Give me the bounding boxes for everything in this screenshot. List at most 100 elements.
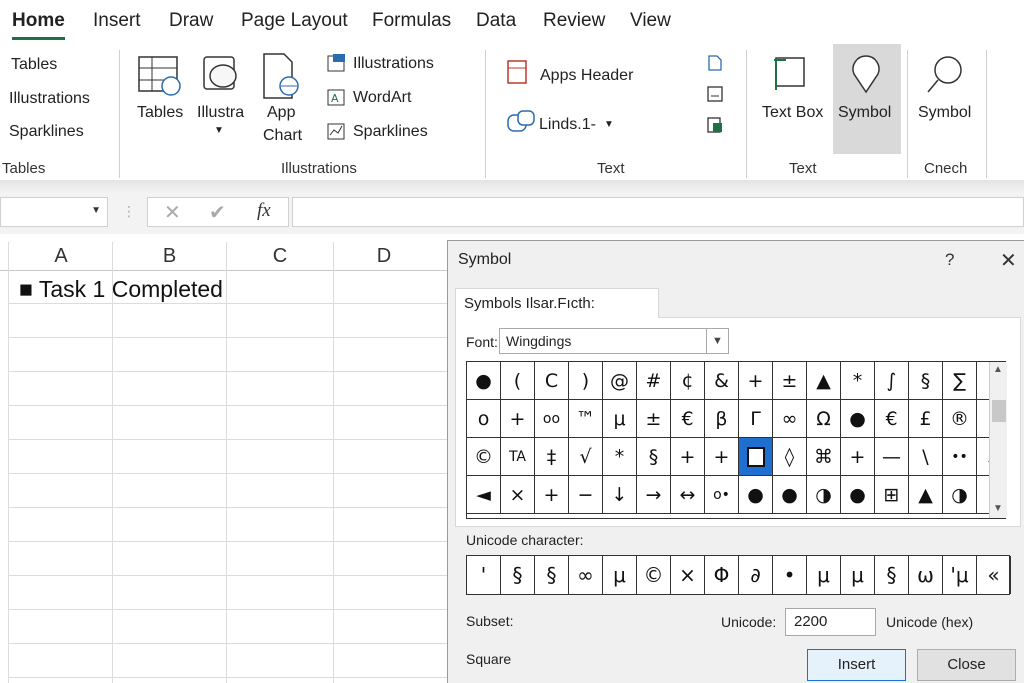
wordart-button[interactable]: WordArt <box>353 89 411 107</box>
symbol-cell[interactable]: ‡ <box>535 438 569 476</box>
symbol-cell[interactable]: ◑ <box>807 476 841 514</box>
column-header-b[interactable]: B <box>113 242 226 270</box>
symbol-cell[interactable]: — <box>875 438 909 476</box>
symbol-cell[interactable]: β <box>705 400 739 438</box>
symbol-cell[interactable]: √ <box>569 438 603 476</box>
illustrations-item[interactable]: Illustrations <box>9 90 90 108</box>
recent-symbol-cell[interactable]: « <box>977 556 1011 594</box>
symbol-cell[interactable]: ∑ <box>943 362 977 400</box>
recent-symbol-cell[interactable]: μ <box>807 556 841 594</box>
unicode-input[interactable]: 2200 <box>785 608 876 636</box>
illustra-button-label[interactable]: Illustra <box>197 104 244 122</box>
tab-view[interactable]: View <box>630 10 671 32</box>
sparklines-button[interactable]: Sparklines <box>353 123 428 141</box>
tables-button-label[interactable]: Tables <box>137 104 183 122</box>
symbol-cell[interactable]: •• <box>943 438 977 476</box>
tab-data[interactable]: Data <box>476 10 516 32</box>
close-icon[interactable]: ✕ <box>1000 248 1017 273</box>
symbol-cell[interactable]: * <box>603 438 637 476</box>
symbol-cell[interactable]: * <box>841 362 875 400</box>
recent-symbol-cell[interactable]: § <box>501 556 535 594</box>
symbol-cell[interactable]: o• <box>705 476 739 514</box>
tab-draw[interactable]: Draw <box>169 10 213 32</box>
symbol-grid-scrollbar[interactable]: ▲ ▼ <box>989 362 1007 518</box>
recent-symbol-cell[interactable]: μ <box>603 556 637 594</box>
symbol-cell[interactable]: ◑ <box>943 476 977 514</box>
symbol-cell[interactable]: Ω <box>807 400 841 438</box>
font-select[interactable]: Wingdings ▼ <box>499 328 729 354</box>
column-header-c[interactable]: C <box>227 242 333 270</box>
symbol-cell[interactable]: € <box>875 400 909 438</box>
tab-review[interactable]: Review <box>543 10 605 32</box>
symbol-cell[interactable]: ∫ <box>875 362 909 400</box>
symbol-cell[interactable]: oo <box>535 400 569 438</box>
chevron-down-icon[interactable]: ▼ <box>604 119 614 130</box>
recent-symbol-cell[interactable]: ∂ <box>739 556 773 594</box>
symbol-cell[interactable]: Γ <box>739 400 773 438</box>
symbol-cell[interactable]: + <box>671 438 705 476</box>
recent-symbol-cell[interactable]: • <box>773 556 807 594</box>
recent-symbol-cell[interactable]: ∞ <box>569 556 603 594</box>
text-box-button[interactable]: Text Box <box>762 104 823 122</box>
recent-symbols-row[interactable]: ' § § ∞ μ © × Φ ∂ • μ μ § ω'μ « <box>466 555 1011 595</box>
insert-button[interactable]: Insert <box>807 649 906 681</box>
recent-symbol-cell[interactable]: ω <box>909 556 943 594</box>
symbol-cell[interactable]: + <box>535 476 569 514</box>
symbol-cell[interactable]: ∞ <box>773 400 807 438</box>
apps-header-button[interactable]: Apps Header <box>540 67 633 85</box>
symbol-cell[interactable]: + <box>501 400 535 438</box>
tab-page-layout[interactable]: Page Layout <box>241 10 348 32</box>
tab-insert[interactable]: Insert <box>93 10 141 32</box>
symbol-cell[interactable]: × <box>501 476 535 514</box>
symbol-button[interactable]: Symbol <box>838 104 891 122</box>
column-header-d[interactable]: D <box>334 242 434 270</box>
symbol-cell[interactable]: + <box>739 362 773 400</box>
symbol-cell[interactable]: § <box>637 438 671 476</box>
help-icon[interactable]: ? <box>945 250 954 270</box>
symbol-cell[interactable]: ● <box>467 362 501 400</box>
cancel-icon[interactable]: ✕ <box>164 200 181 225</box>
symbol-button-2[interactable]: Symbol <box>918 104 971 122</box>
chevron-down-icon[interactable]: ▼ <box>214 125 224 136</box>
scroll-up-icon[interactable]: ▲ <box>993 364 1003 375</box>
symbol-cell[interactable]: # <box>637 362 671 400</box>
symbol-cell[interactable]: ™ <box>569 400 603 438</box>
name-box[interactable]: ▼ <box>0 197 108 227</box>
symbol-cell[interactable]: ● <box>841 400 875 438</box>
symbol-cell[interactable]: + <box>841 438 875 476</box>
linds-button[interactable]: Linds.1- <box>539 116 596 134</box>
recent-symbol-cell[interactable]: © <box>637 556 671 594</box>
symbol-cell[interactable]: ◊ <box>773 438 807 476</box>
chevron-down-icon[interactable]: ▼ <box>706 329 728 353</box>
recent-symbol-cell[interactable]: 'μ <box>943 556 977 594</box>
cell-a1[interactable]: ■ Task 1 Completed <box>19 276 223 303</box>
recent-symbol-cell[interactable]: § <box>535 556 569 594</box>
symbol-cell[interactable]: ) <box>569 362 603 400</box>
symbol-cell[interactable]: ● <box>773 476 807 514</box>
fx-icon[interactable]: fx <box>257 200 271 222</box>
chevron-down-icon[interactable]: ▼ <box>91 205 101 216</box>
symbol-cell[interactable]: ▲ <box>807 362 841 400</box>
tab-formulas[interactable]: Formulas <box>372 10 451 32</box>
symbol-cell[interactable]: & <box>705 362 739 400</box>
symbol-grid[interactable]: ●(C)@#¢&+±▲*∫§∑to+oo™μ±€βΓ∞Ω●€£®(©TA‡√*§… <box>466 361 1006 519</box>
symbol-cell[interactable]: § <box>909 362 943 400</box>
symbol-cell[interactable]: − <box>569 476 603 514</box>
symbol-cell[interactable]: ● <box>841 476 875 514</box>
symbol-cell[interactable]: \ <box>909 438 943 476</box>
app-label[interactable]: App <box>267 104 295 122</box>
symbol-cell[interactable]: ( <box>501 362 535 400</box>
enter-icon[interactable]: ✔ <box>209 200 226 225</box>
signature-icon[interactable] <box>706 85 724 103</box>
formula-input[interactable] <box>292 197 1024 227</box>
symbol-cell[interactable]: ± <box>637 400 671 438</box>
symbol-cell[interactable]: ® <box>943 400 977 438</box>
symbol-cell[interactable] <box>739 438 773 476</box>
symbol-cell[interactable]: ↔ <box>671 476 705 514</box>
recent-symbol-cell[interactable]: ' <box>467 556 501 594</box>
scroll-down-icon[interactable]: ▼ <box>993 503 1003 514</box>
symbol-cell[interactable]: © <box>467 438 501 476</box>
scroll-thumb[interactable] <box>992 400 1006 422</box>
recent-symbol-cell[interactable]: × <box>671 556 705 594</box>
symbol-cell[interactable]: ◄ <box>467 476 501 514</box>
